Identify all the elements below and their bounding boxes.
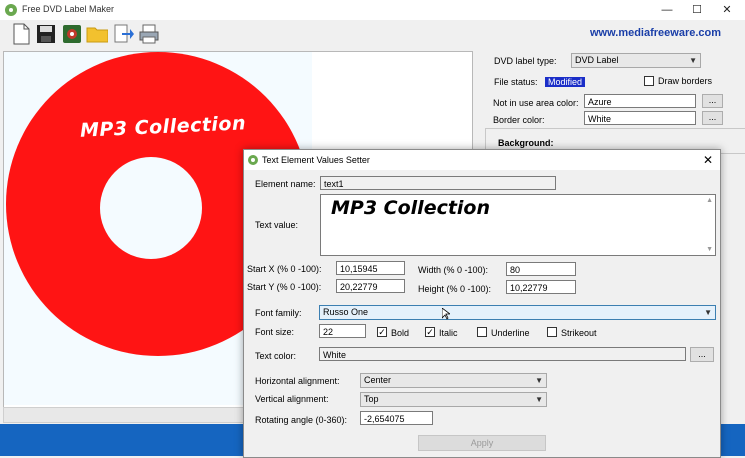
- text-value-textarea[interactable]: MP3 Collection ▲ ▼: [320, 194, 716, 256]
- vertical-alignment-label: Vertical alignment:: [255, 394, 329, 404]
- italic-label: Italic: [439, 328, 458, 338]
- italic-checkbox[interactable]: ✓: [425, 327, 435, 337]
- dialog-close-button[interactable]: ✕: [696, 150, 720, 170]
- bold-checkbox[interactable]: ✓: [377, 327, 387, 337]
- save-icon[interactable]: [36, 23, 58, 45]
- text-color-label: Text color:: [255, 351, 297, 361]
- start-y-label: Start Y (% 0 -100):: [247, 282, 322, 292]
- font-family-select[interactable]: Russo One ▼: [319, 305, 716, 320]
- rotating-angle-label: Rotating angle (0-360):: [255, 415, 348, 425]
- draw-borders-label: Draw borders: [658, 76, 713, 86]
- start-x-field[interactable]: 10,15945: [336, 261, 405, 275]
- vertical-alignment-select[interactable]: Top ▼: [360, 392, 547, 407]
- mouse-cursor-icon: [442, 308, 450, 320]
- chevron-down-icon: ▼: [535, 376, 543, 385]
- border-color-field[interactable]: White: [584, 111, 696, 125]
- dvd-label-type-select[interactable]: DVD Label ▼: [571, 53, 701, 68]
- border-color-label: Border color:: [493, 115, 545, 125]
- disc-center-hole: [100, 157, 202, 259]
- not-in-use-color-field[interactable]: Azure: [584, 94, 696, 108]
- text-color-field[interactable]: White: [319, 347, 686, 361]
- element-name-label: Element name:: [255, 179, 316, 189]
- bold-label: Bold: [391, 328, 410, 338]
- font-size-label: Font size:: [255, 327, 295, 337]
- forward-icon[interactable]: [113, 23, 135, 45]
- font-size-field[interactable]: 22: [319, 324, 366, 338]
- height-label: Height (% 0 -100):: [418, 284, 492, 294]
- website-link[interactable]: www.mediafreeware.com: [590, 27, 721, 39]
- file-status-label: File status:: [494, 77, 538, 87]
- horizontal-alignment-label: Horizontal alignment:: [255, 376, 340, 386]
- underline-label: Underline: [491, 328, 530, 338]
- scroll-down-icon[interactable]: ▼: [706, 246, 713, 253]
- dvd-label-type-value: DVD Label: [575, 55, 619, 65]
- not-in-use-color-label: Not in use area color:: [493, 98, 579, 108]
- app-icon: [5, 4, 17, 16]
- element-name-field[interactable]: text1: [320, 176, 556, 190]
- text-element-dialog: Text Element Values Setter ✕ Element nam…: [243, 149, 721, 458]
- export-icon[interactable]: [61, 23, 83, 45]
- font-family-label: Font family:: [255, 308, 302, 318]
- text-value-content: MP3 Collection: [331, 197, 491, 219]
- new-document-icon[interactable]: [11, 23, 33, 45]
- font-family-value: Russo One: [323, 307, 369, 317]
- dialog-title: Text Element Values Setter: [262, 155, 370, 165]
- print-icon[interactable]: [138, 23, 160, 45]
- window-title: Free DVD Label Maker: [22, 4, 115, 14]
- dialog-app-icon: [248, 155, 258, 165]
- text-value-label: Text value:: [255, 220, 299, 230]
- rotating-angle-field[interactable]: -2,654075: [360, 411, 433, 425]
- height-field[interactable]: 10,22779: [506, 280, 576, 294]
- underline-checkbox[interactable]: [477, 327, 487, 337]
- vertical-alignment-value: Top: [364, 394, 379, 404]
- text-color-browse-button[interactable]: ...: [690, 347, 714, 362]
- chevron-down-icon: ▼: [704, 308, 712, 317]
- background-label: Background:: [498, 138, 554, 148]
- chevron-down-icon: ▼: [535, 395, 543, 404]
- scroll-up-icon[interactable]: ▲: [706, 197, 713, 204]
- open-folder-icon[interactable]: [86, 23, 108, 45]
- maximize-button[interactable]: ☐: [682, 0, 712, 20]
- dvd-label-type-label: DVD label type:: [494, 56, 557, 66]
- strikeout-checkbox[interactable]: [547, 327, 557, 337]
- file-status-badge: Modified: [545, 77, 586, 87]
- close-button[interactable]: ✕: [712, 0, 742, 20]
- horizontal-alignment-select[interactable]: Center ▼: [360, 373, 547, 388]
- width-field[interactable]: 80: [506, 262, 576, 276]
- border-color-browse-button[interactable]: ...: [702, 111, 723, 125]
- chevron-down-icon: ▼: [689, 56, 697, 65]
- width-label: Width (% 0 -100):: [418, 265, 489, 275]
- draw-borders-checkbox[interactable]: [644, 76, 654, 86]
- horizontal-alignment-value: Center: [364, 375, 392, 385]
- start-y-field[interactable]: 20,22779: [336, 279, 405, 293]
- start-x-label: Start X (% 0 -100):: [247, 264, 322, 274]
- not-in-use-color-browse-button[interactable]: ...: [702, 94, 723, 108]
- minimize-button[interactable]: —: [652, 0, 682, 20]
- strikeout-label: Strikeout: [561, 328, 597, 338]
- apply-button[interactable]: Apply: [418, 435, 546, 451]
